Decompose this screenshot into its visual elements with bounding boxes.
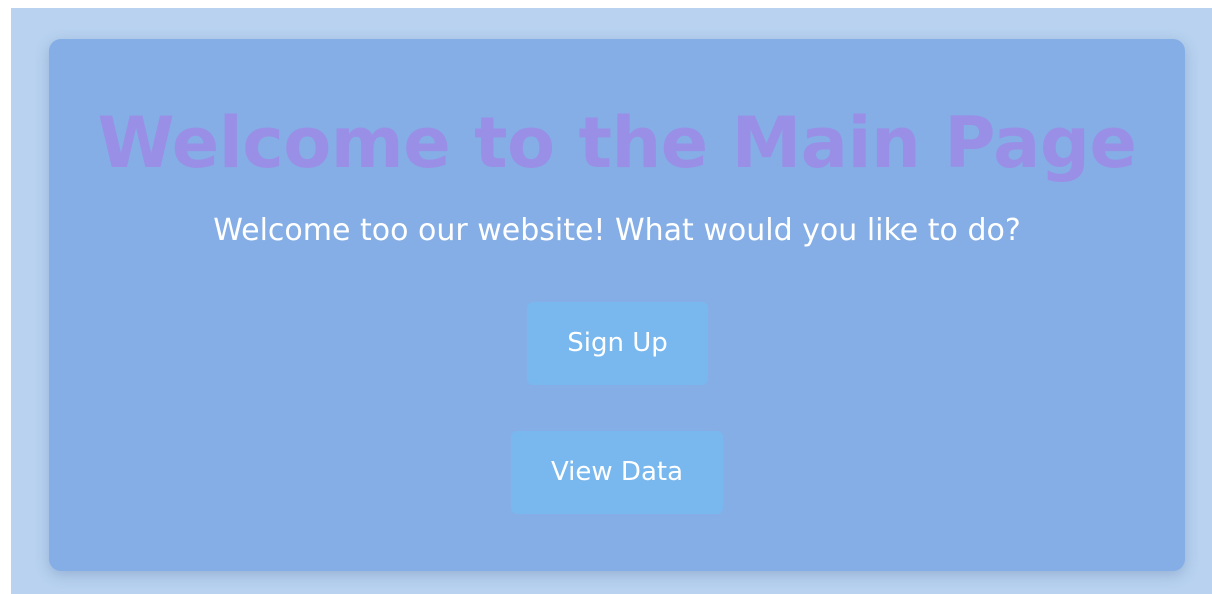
- welcome-subtitle: Welcome too our website! What would you …: [213, 213, 1021, 248]
- view-data-button[interactable]: View Data: [511, 431, 723, 514]
- welcome-card: Welcome to the Main Page Welcome too our…: [49, 39, 1185, 571]
- page-title: Welcome to the Main Page: [97, 102, 1137, 184]
- page-background: Welcome to the Main Page Welcome too our…: [11, 8, 1212, 594]
- sign-up-button[interactable]: Sign Up: [527, 302, 708, 385]
